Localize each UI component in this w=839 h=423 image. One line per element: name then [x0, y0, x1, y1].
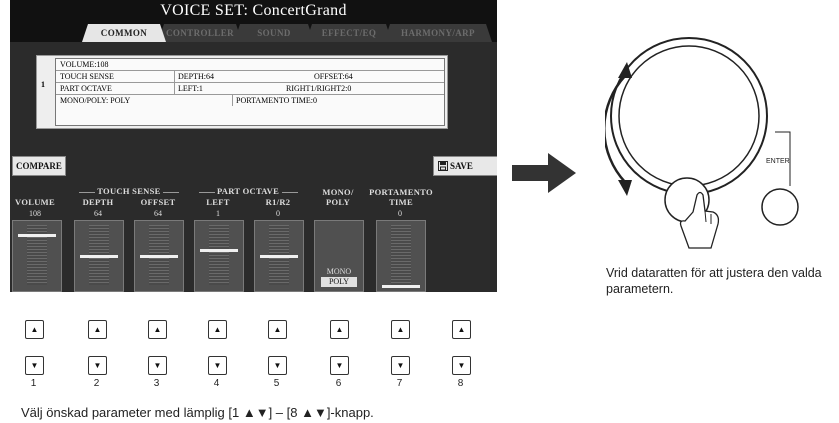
hw-button-number-4: 4 [213, 378, 220, 389]
summary-right: RIGHT1/RIGHT2:0 [286, 84, 352, 93]
hw-button-number-1: 1 [30, 378, 37, 389]
right-arrow-icon [512, 153, 576, 193]
hw-down-button-1[interactable]: ▼ [25, 356, 44, 375]
summary-mono-poly: MONO/POLY: POLY [60, 96, 131, 105]
compare-button[interactable]: COMPARE [12, 156, 66, 176]
slider-r1r2[interactable] [254, 220, 304, 292]
summary-volume: VOLUME:108 [60, 60, 109, 69]
hw-down-button-4[interactable]: ▼ [208, 356, 227, 375]
slider-depth-level [80, 255, 118, 258]
hw-button-number-5: 5 [273, 378, 280, 389]
save-button[interactable]: SAVE [433, 156, 497, 176]
hw-down-button-3[interactable]: ▼ [148, 356, 167, 375]
slider-volume[interactable] [12, 220, 62, 292]
col-value-left: 1 [216, 209, 220, 218]
col-value-volume: 108 [29, 209, 41, 218]
col-label-mono-poly: MONO/ POLY [322, 187, 354, 207]
col-label-portamento: PORTAMENTO TIME [369, 187, 433, 207]
summary-row-number: 1 [41, 80, 45, 89]
hw-down-button-7[interactable]: ▼ [391, 356, 410, 375]
hw-button-number-3: 3 [153, 378, 160, 389]
dial-caption: Vrid dataratten för att justera den vald… [606, 266, 822, 296]
tab-controller[interactable]: CONTROLLER [158, 24, 242, 42]
slider-portamento[interactable] [376, 220, 426, 292]
hw-up-button-7[interactable]: ▲ [391, 320, 410, 339]
slider-r1r2-level [260, 255, 298, 258]
col-value-depth: 64 [94, 209, 102, 218]
instruction-caption: Välj önskad parameter med lämplig [1 ▲▼]… [21, 405, 374, 420]
summary-left: LEFT:1 [178, 84, 203, 93]
summary-portamento: PORTAMENTO TIME:0 [236, 96, 318, 105]
save-label: SAVE [450, 161, 473, 171]
tab-bar: COMMON CONTROLLER SOUND EFFECT/EQ HARMON… [82, 24, 492, 42]
col-label-offset: OFFSET [140, 197, 176, 207]
summary-volume-row: VOLUME:108 [56, 59, 444, 71]
col-label-r1r2: R1/R2 [265, 197, 291, 207]
common-panel: 1 VOLUME:108 TOUCH SENSE DEPTH:64 OFFSET… [10, 42, 497, 292]
voice-set-screen: VOICE SET: ConcertGrand COMMON CONTROLLE… [10, 0, 497, 292]
hw-button-number-7: 7 [396, 378, 403, 389]
data-dial-icon [605, 37, 799, 249]
hw-up-button-4[interactable]: ▲ [208, 320, 227, 339]
summary-octave-row: PART OCTAVE LEFT:1 RIGHT1/RIGHT2:0 [56, 83, 444, 95]
hw-down-button-8[interactable]: ▼ [452, 356, 471, 375]
hw-up-button-2[interactable]: ▲ [88, 320, 107, 339]
col-label-depth: DEPTH [82, 197, 114, 207]
option-mono[interactable]: MONO [315, 267, 363, 276]
summary-touch-sense: TOUCH SENSE [60, 72, 114, 81]
col-label-left: LEFT [206, 197, 230, 207]
hw-up-button-8[interactable]: ▲ [452, 320, 471, 339]
hw-up-button-6[interactable]: ▲ [330, 320, 349, 339]
slider-left-level [200, 249, 238, 252]
screen-title: VOICE SET: ConcertGrand [160, 2, 347, 19]
tab-effect-eq[interactable]: EFFECT/EQ [306, 24, 392, 42]
col-value-portamento: 0 [398, 209, 402, 218]
slider-volume-level [18, 234, 56, 237]
parameter-summary: 1 VOLUME:108 TOUCH SENSE DEPTH:64 OFFSET… [36, 55, 448, 129]
hw-down-button-2[interactable]: ▼ [88, 356, 107, 375]
slider-portamento-level [382, 285, 420, 288]
slider-offset[interactable] [134, 220, 184, 292]
tab-common[interactable]: COMMON [82, 24, 166, 42]
hw-button-number-2: 2 [93, 378, 100, 389]
hw-down-button-5[interactable]: ▼ [268, 356, 287, 375]
tab-sound[interactable]: SOUND [234, 24, 314, 42]
option-poly[interactable]: POLY [321, 277, 357, 287]
summary-offset: OFFSET:64 [314, 72, 353, 81]
hw-up-button-5[interactable]: ▲ [268, 320, 287, 339]
mono-poly-selector[interactable]: MONO POLY [314, 220, 364, 292]
hw-up-button-1[interactable]: ▲ [25, 320, 44, 339]
summary-touch-row: TOUCH SENSE DEPTH:64 OFFSET:64 [56, 71, 444, 83]
tab-harmony-arp[interactable]: HARMONY/ARP [384, 24, 492, 42]
col-value-r1r2: 0 [276, 209, 280, 218]
slider-offset-level [140, 255, 178, 258]
summary-mono-row: MONO/POLY: POLY PORTAMENTO TIME:0 [56, 95, 444, 106]
summary-depth: DEPTH:64 [178, 72, 214, 81]
hw-button-number-6: 6 [335, 378, 342, 389]
hw-button-number-8: 8 [457, 378, 464, 389]
slider-left[interactable] [194, 220, 244, 292]
enter-label: ENTER [766, 158, 790, 165]
group-part-octave: PART OCTAVE [193, 186, 303, 196]
hw-up-button-3[interactable]: ▲ [148, 320, 167, 339]
col-value-offset: 64 [154, 209, 162, 218]
summary-part-octave: PART OCTAVE [60, 84, 112, 93]
save-icon [438, 161, 448, 171]
col-label-volume: VOLUME [15, 197, 55, 207]
group-touch-sense: TOUCH SENSE [74, 186, 184, 196]
hw-down-button-6[interactable]: ▼ [330, 356, 349, 375]
slider-depth[interactable] [74, 220, 124, 292]
